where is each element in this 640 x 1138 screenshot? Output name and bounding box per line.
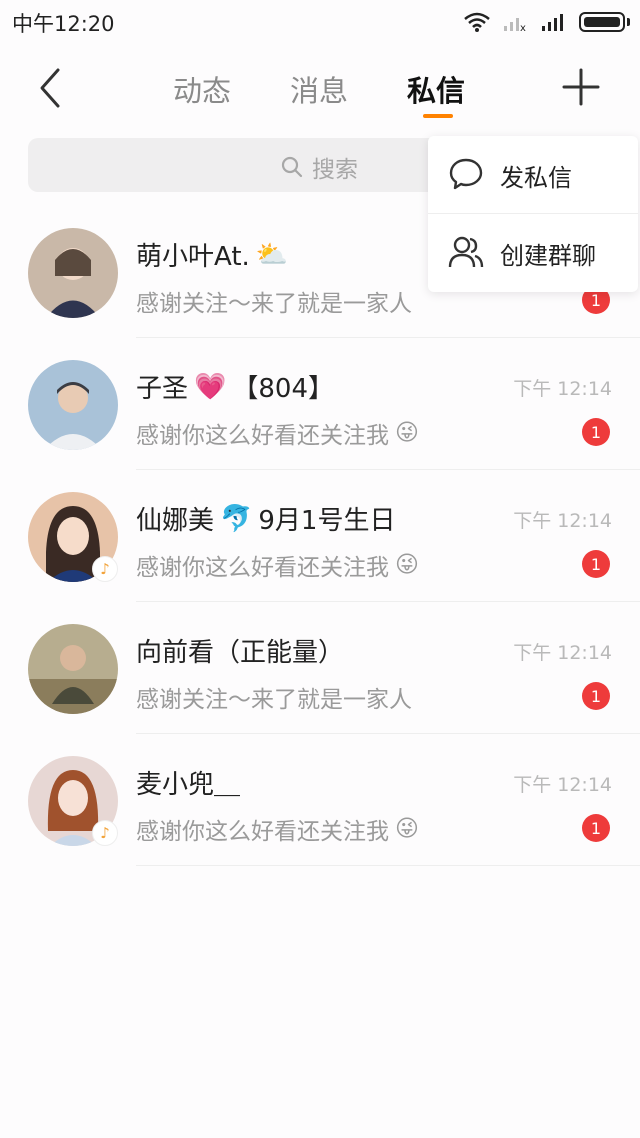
avatar-image	[28, 624, 118, 714]
dolphin-emoji-icon: 🐬	[220, 503, 253, 534]
popup-menu: 发私信 创建群聊	[428, 136, 638, 292]
divider	[136, 865, 640, 866]
tab-messages[interactable]: 消息	[290, 68, 348, 110]
svg-text:x: x	[520, 23, 526, 32]
message-time: 下午 12:14	[513, 510, 612, 532]
last-message-text: 感谢你这么好看还关注我	[136, 555, 389, 581]
conversation-list: 萌小叶At. ⛅ 感谢关注～来了就是一家人 1 子圣 💗 【804】 下午 12…	[0, 206, 640, 866]
header: 动态 消息 私信	[0, 44, 640, 128]
search-icon	[281, 156, 303, 178]
signal-weak-icon: x	[504, 18, 526, 32]
message-time: 下午 12:14	[513, 774, 612, 796]
tab-bar: 动态 消息 私信	[0, 44, 640, 128]
contact-name-text: 萌小叶At.	[136, 242, 250, 272]
avatar[interactable]	[28, 228, 118, 318]
last-message: 感谢关注～来了就是一家人	[136, 680, 412, 714]
battery-tip	[627, 18, 630, 26]
wink-emoji-icon: 😜	[395, 420, 419, 446]
tab-feed[interactable]: 动态	[173, 68, 231, 110]
last-message-text: 感谢你这么好看还关注我	[136, 423, 389, 449]
last-message: 感谢你这么好看还关注我 😜	[136, 548, 419, 582]
battery-icon	[579, 12, 625, 32]
search-input[interactable]: 搜索	[28, 138, 448, 192]
avatar-image	[28, 228, 118, 318]
status-icons: x	[463, 10, 630, 34]
active-tab-indicator	[423, 114, 453, 118]
contact-name-suffix: 9月1号生日	[258, 506, 396, 536]
conversation-item[interactable]: ♪ 仙娜美 🐬 9月1号生日 下午 12:14 感谢你这么好看还关注我 😜 1	[0, 470, 640, 602]
wink-emoji-icon: 😜	[395, 816, 419, 842]
signal-strong-icon	[542, 14, 563, 31]
avatar[interactable]	[28, 360, 118, 450]
status-time: 中午12:20	[12, 12, 115, 36]
weather-emoji-icon: ⛅	[255, 239, 289, 270]
contact-name-text: 子圣	[136, 374, 189, 404]
chat-bubble-icon	[449, 158, 483, 190]
contact-name: 萌小叶At. ⛅	[136, 236, 288, 273]
menu-item-label: 发私信	[500, 164, 572, 192]
last-message: 感谢你这么好看还关注我 😜	[136, 416, 419, 450]
message-time: 下午 12:14	[513, 642, 612, 664]
contact-name: 仙娜美 🐬 9月1号生日	[136, 500, 395, 537]
conversation-item[interactable]: ♪ 麦小兜＿ 下午 12:14 感谢你这么好看还关注我 😜 1	[0, 734, 640, 866]
conversation-item[interactable]: 子圣 💗 【804】 下午 12:14 感谢你这么好看还关注我 😜 1	[0, 338, 640, 470]
last-message: 感谢你这么好看还关注我 😜	[136, 812, 419, 846]
menu-item-send-message[interactable]: 发私信	[428, 136, 638, 214]
last-message-text: 感谢你这么好看还关注我	[136, 819, 389, 845]
last-message: 感谢关注～来了就是一家人	[136, 284, 412, 318]
contact-name: 麦小兜＿	[136, 764, 240, 801]
group-icon	[448, 236, 484, 268]
avatar[interactable]	[28, 624, 118, 714]
music-note-icon: ♪	[92, 820, 118, 846]
contact-name-text: 麦小兜＿	[136, 770, 241, 800]
music-note-icon: ♪	[92, 556, 118, 582]
search-placeholder: 搜索	[312, 157, 358, 183]
unread-badge: 1	[582, 550, 610, 578]
menu-item-create-group[interactable]: 创建群聊	[428, 214, 638, 292]
unread-badge: 1	[582, 682, 610, 710]
heart-emoji-icon: 💗	[194, 371, 227, 402]
wink-emoji-icon: 😜	[395, 552, 419, 578]
last-message-text: 感谢关注～来了就是一家人	[136, 687, 412, 713]
status-bar: 中午12:20 x	[0, 0, 640, 44]
wifi-icon	[464, 12, 490, 32]
tab-private-messages[interactable]: 私信	[407, 68, 465, 110]
contact-name-text: 仙娜美	[136, 506, 215, 536]
contact-name-text: 向前看（正能量）	[136, 638, 345, 668]
message-time: 下午 12:14	[513, 378, 612, 400]
unread-badge: 1	[582, 814, 610, 842]
unread-badge: 1	[582, 418, 610, 446]
avatar-image	[28, 360, 118, 450]
conversation-item[interactable]: 向前看（正能量） 下午 12:14 感谢关注～来了就是一家人 1	[0, 602, 640, 734]
menu-item-label: 创建群聊	[500, 242, 596, 270]
contact-name: 子圣 💗 【804】	[136, 368, 334, 405]
plus-icon[interactable]	[560, 66, 602, 108]
last-message-text: 感谢关注～来了就是一家人	[136, 291, 412, 317]
contact-name: 向前看（正能量）	[136, 632, 344, 669]
contact-name-suffix: 【804】	[232, 374, 335, 404]
